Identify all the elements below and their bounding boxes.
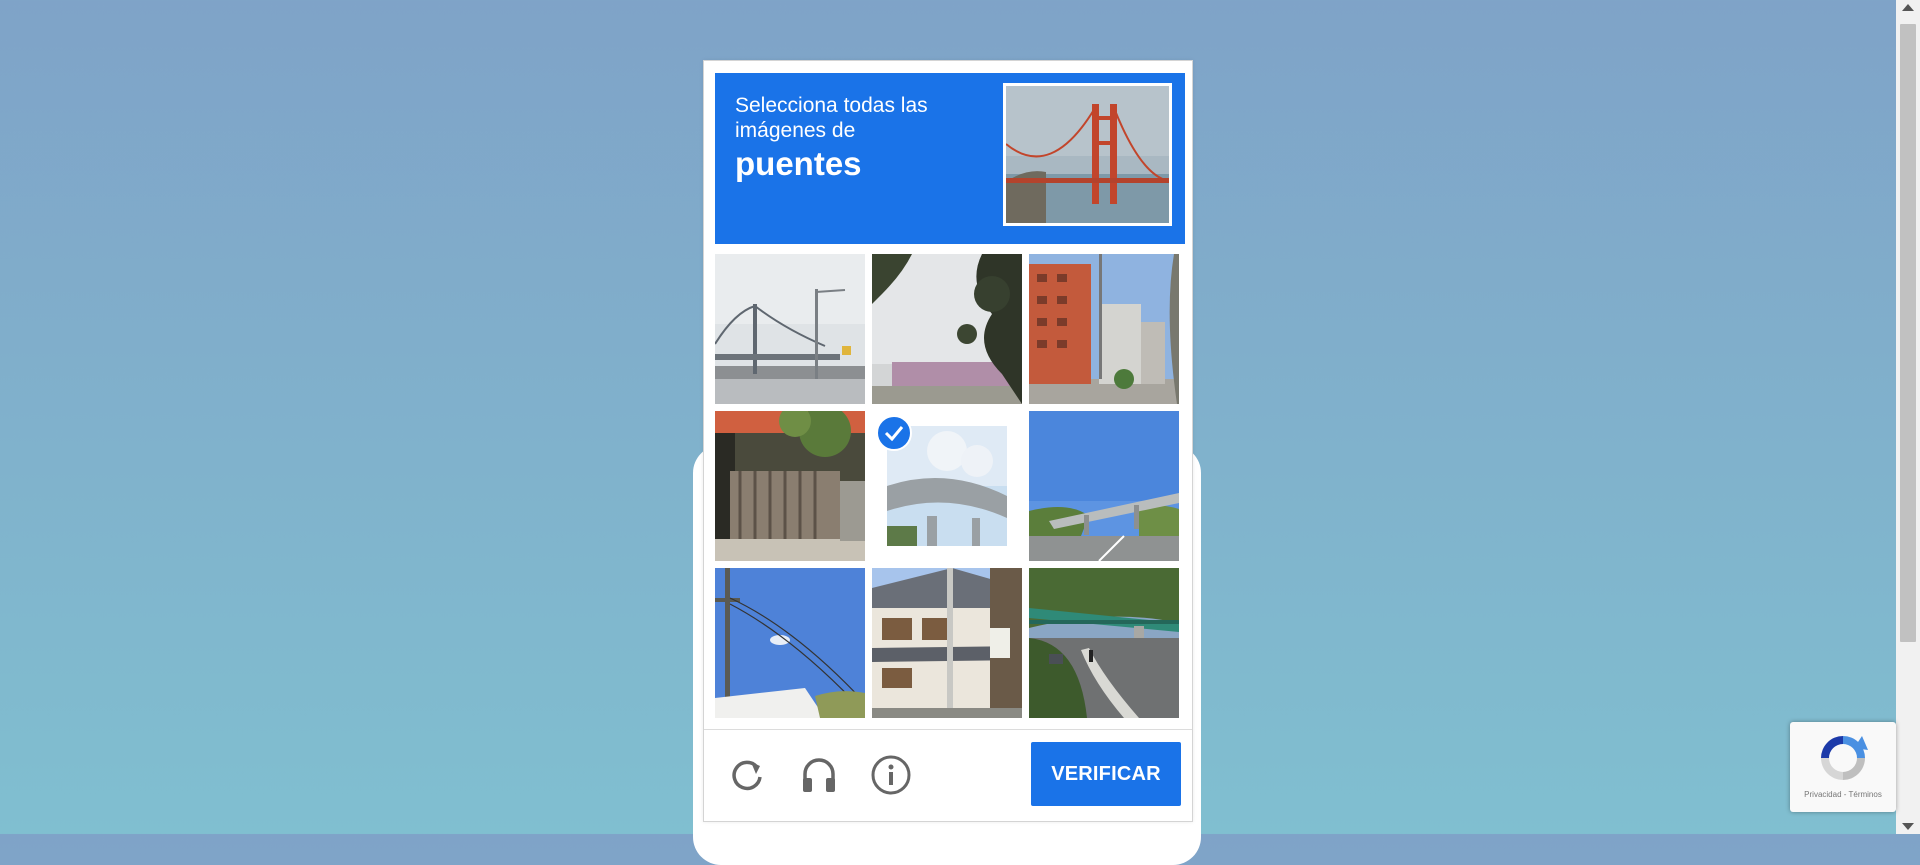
sample-image-golden-gate-bridge — [1003, 83, 1172, 226]
instruction-text-line1: Selecciona todas las — [735, 94, 928, 117]
instruction-text-line2: imágenes de — [735, 119, 856, 142]
tile-green-bridge[interactable] — [1029, 568, 1179, 718]
captcha-challenge-panel: Selecciona todas las imágenes de puentes — [703, 60, 1193, 822]
selected-check-icon — [876, 415, 912, 451]
tile-sky-power-lines[interactable] — [715, 568, 865, 718]
tile-suspension-bridge[interactable] — [715, 254, 865, 404]
image-grid — [715, 254, 1185, 726]
headphones-icon[interactable] — [798, 754, 840, 796]
tile-highway-overpass[interactable] — [1029, 411, 1179, 561]
challenge-footer: VERIFICAR — [704, 729, 1192, 821]
challenge-header: Selecciona todas las imágenes de puentes — [715, 73, 1185, 244]
tile-curved-overpass[interactable] — [872, 411, 1022, 561]
tile-ornate-gate[interactable] — [715, 411, 865, 561]
recaptcha-privacy-terms-text[interactable]: Privacidad - Términos — [1790, 790, 1896, 799]
scrollbar-thumb[interactable] — [1900, 24, 1916, 642]
scroll-down-arrow-icon[interactable] — [1902, 823, 1914, 830]
recaptcha-logo-icon — [1821, 736, 1868, 780]
reload-icon[interactable] — [726, 754, 768, 796]
tile-brick-building[interactable] — [1029, 254, 1179, 404]
verify-button[interactable]: VERIFICAR — [1031, 742, 1181, 806]
recaptcha-badge[interactable]: Privacidad - Términos — [1790, 722, 1896, 812]
scroll-up-arrow-icon[interactable] — [1902, 4, 1914, 11]
tile-trees-wall[interactable] — [872, 254, 1022, 404]
target-object-label: puentes — [735, 145, 862, 182]
page-scrollbar[interactable] — [1896, 0, 1920, 834]
tile-japanese-house[interactable] — [872, 568, 1022, 718]
info-icon[interactable] — [870, 754, 912, 796]
